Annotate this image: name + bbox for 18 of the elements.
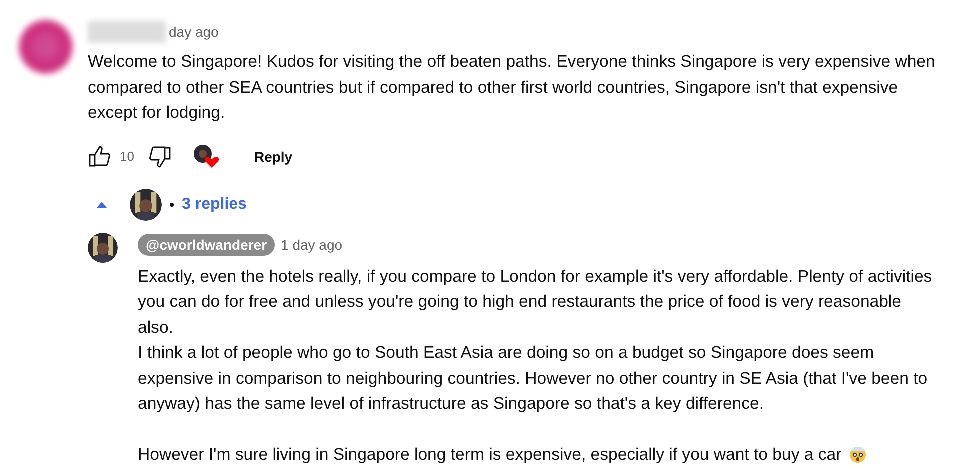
thumbs-down-icon[interactable] [148,144,172,168]
reply-time: 1 day ago [281,236,343,252]
avatar [130,188,162,220]
dot-separator [170,202,174,206]
avatar [88,232,118,262]
reply-text: However I'm sure living in Singapore long term is expensive, especially if you want to buy a car [138,442,938,468]
comment-time: day ago [169,24,219,40]
caret-icon[interactable] [96,200,108,208]
emoji-icon [848,444,868,464]
comment-text: Welcome to Singapore! Kudos for visiting the off beaten paths. Everyone thinks Singapore is very expensive when compared to other SEA countries but if compared to other first world countries, Singapore isn't that expensive except for lodging. [88,51,936,124]
reply-text: Exactly, even the hotels really, if you compare to London for example it's very affordable. Plenty of activities you can do for free and unless you're going to high end restaurants the price of food is very reasonable also. [138,266,934,338]
thumbs-up-icon[interactable] [88,144,112,168]
like-count: 10 [120,149,134,164]
reply-text: I think a lot of people who go to South East Asia are doing so on a budget so Singapore does seem expensive in comparison to neighbouring countries. However no other country in SE Asia (that I've been to anyway) has the same level of infrastructure as Singapore so that's a key difference. [138,342,929,415]
author-chip[interactable]: @cworldwanderer [138,234,276,256]
avatar [18,19,74,75]
reply-button[interactable]: Reply [250,142,297,170]
replies-toggle[interactable]: 3 replies [182,196,247,214]
